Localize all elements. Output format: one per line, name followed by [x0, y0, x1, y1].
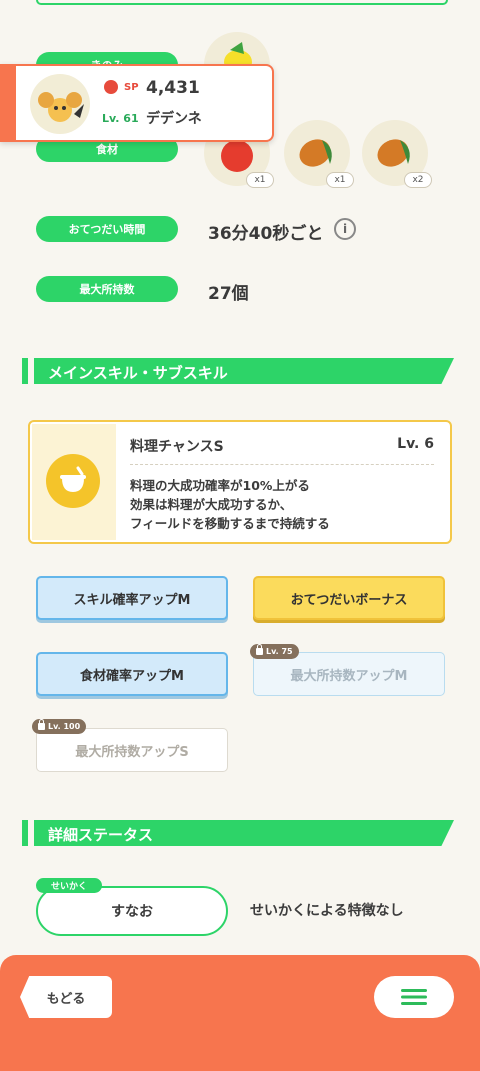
ingredient-count-2: x1	[326, 172, 354, 188]
ingredient-count-3: x2	[404, 172, 432, 188]
cooking-pot-icon	[46, 454, 100, 508]
max-carry-value: 27個	[208, 284, 249, 304]
skills-section-header: メインスキル・サブスキル	[22, 358, 454, 384]
pokemon-name: デデンネ	[146, 111, 202, 127]
details-section-title: 詳細ステータス	[48, 826, 154, 844]
lock-level-tag: Lv. 75	[250, 644, 299, 659]
help-time-value: 36分40秒ごと	[208, 224, 324, 244]
lock-icon	[38, 719, 45, 730]
skills-section-title: メインスキル・サブスキル	[48, 364, 228, 382]
nature-tag: せいかく	[36, 878, 102, 893]
ingredient-count-1: x1	[246, 172, 274, 188]
main-skill-description: 料理の大成功確率が10%上がる 効果は料理が大成功するか、 フィールドを移動する…	[130, 478, 330, 531]
max-carry-label: 最大所持数	[36, 276, 178, 302]
nature-description: せいかくによる特徴なし	[250, 903, 404, 919]
back-button[interactable]: もどる	[20, 976, 112, 1018]
lock-level-tag: Lv. 100	[32, 719, 87, 734]
top-section-border	[36, 0, 448, 5]
main-skill-level: Lv. 6	[397, 436, 434, 452]
hamburger-icon	[401, 989, 427, 1005]
main-skill-name: 料理チャンスS	[130, 439, 224, 455]
nature-button[interactable]: すなお	[36, 886, 228, 936]
details-section-header: 詳細ステータス	[22, 820, 454, 846]
menu-button[interactable]	[374, 976, 454, 1018]
sub-skill-3[interactable]: 食材確率アップM	[36, 652, 228, 696]
sp-icon	[104, 80, 118, 94]
help-time-label: おてつだい時間	[36, 216, 178, 242]
sub-skill-5-locked[interactable]: 最大所持数アップS	[36, 728, 228, 772]
info-icon[interactable]: i	[334, 218, 356, 240]
sp-value: 4,431	[146, 78, 200, 98]
lock-icon	[256, 644, 263, 655]
sub-skill-2[interactable]: おてつだいボーナス	[253, 576, 445, 620]
divider	[130, 464, 434, 465]
pokemon-avatar	[30, 74, 90, 134]
pokemon-summary-card: SP 4,431 Lv. 61 デデンネ	[0, 64, 274, 142]
pokemon-level: Lv. 61	[102, 112, 139, 125]
sp-label: SP	[124, 82, 139, 93]
sub-skill-1[interactable]: スキル確率アップM	[36, 576, 228, 620]
card-accent-strip	[0, 66, 16, 142]
main-skill-card[interactable]: 料理チャンスS Lv. 6 料理の大成功確率が10%上がる 効果は料理が大成功す…	[28, 420, 452, 544]
